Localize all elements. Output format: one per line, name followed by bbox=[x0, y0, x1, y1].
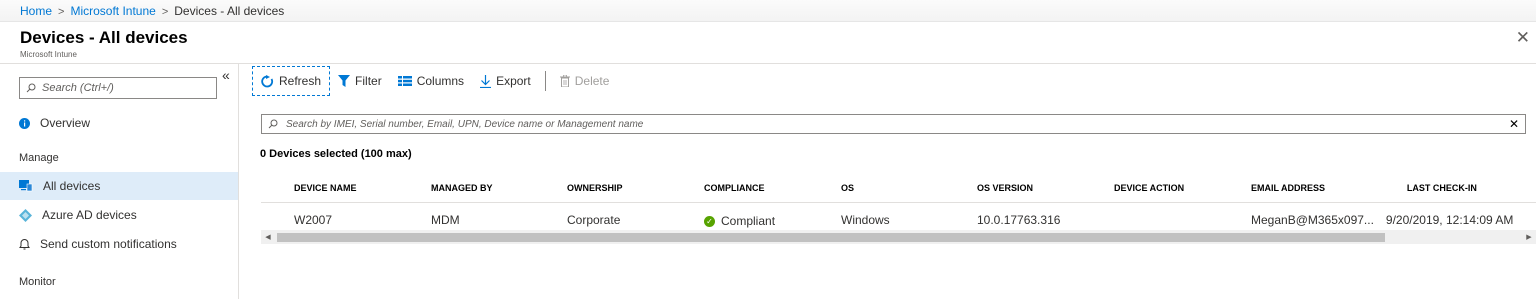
selection-count: 0 Devices selected (100 max) bbox=[260, 148, 412, 160]
device-search-input[interactable]: Search by IMEI, Serial number, Email, UP… bbox=[261, 114, 1526, 134]
checkmark-icon: ✓ bbox=[704, 215, 715, 227]
export-label: Export bbox=[496, 74, 531, 88]
filter-label: Filter bbox=[355, 74, 382, 88]
breadcrumb-separator: > bbox=[58, 6, 65, 18]
horizontal-scrollbar[interactable]: ◀ ▶ bbox=[261, 230, 1536, 244]
sidebar-item-label: Overview bbox=[40, 116, 91, 130]
export-button[interactable]: Export bbox=[472, 66, 539, 96]
sidebar-item-label: Azure AD devices bbox=[42, 208, 137, 222]
search-icon bbox=[26, 83, 36, 93]
bell-icon bbox=[19, 239, 30, 250]
blade-header: Devices - All devices Microsoft Intune ✕ bbox=[0, 22, 1536, 64]
table-header-row: DEVICE NAME MANAGED BY OWNERSHIP COMPLIA… bbox=[261, 174, 1536, 203]
breadcrumb-intune[interactable]: Microsoft Intune bbox=[70, 4, 155, 18]
sidebar-item-azure-ad-devices[interactable]: Azure AD devices bbox=[0, 201, 238, 229]
column-header-compliance[interactable]: COMPLIANCE bbox=[671, 174, 808, 203]
scroll-right-icon[interactable]: ▶ bbox=[1522, 233, 1536, 241]
sidebar-item-label: Send custom notifications bbox=[40, 237, 177, 251]
column-header-os-version[interactable]: OS VERSION bbox=[944, 174, 1081, 203]
close-icon[interactable]: ✕ bbox=[1516, 28, 1530, 48]
device-search-placeholder: Search by IMEI, Serial number, Email, UP… bbox=[286, 118, 644, 130]
main-content: Refresh Filter Columns Export Delete Sea… bbox=[239, 64, 1536, 299]
sidebar-heading-manage: Manage bbox=[19, 152, 59, 164]
breadcrumb-separator: > bbox=[161, 6, 169, 18]
trash-icon bbox=[559, 75, 570, 87]
column-header-email-address[interactable]: EMAIL ADDRESS bbox=[1218, 174, 1374, 203]
breadcrumb-current: Devices - All devices bbox=[174, 4, 285, 18]
delete-button[interactable]: Delete bbox=[552, 66, 618, 96]
page-title: Devices - All devices bbox=[20, 28, 188, 47]
delete-label: Delete bbox=[574, 74, 610, 88]
scroll-left-icon[interactable]: ◀ bbox=[261, 233, 275, 241]
compliance-label: Compliant bbox=[721, 214, 776, 228]
download-icon bbox=[480, 74, 492, 88]
command-bar: Refresh Filter Columns Export Delete bbox=[252, 66, 617, 96]
breadcrumb: Home > Microsoft Intune > Devices - All devi… bbox=[0, 0, 1536, 22]
sidebar-search-placeholder: Search (Ctrl+/) bbox=[42, 82, 114, 94]
refresh-button[interactable]: Refresh bbox=[252, 66, 331, 96]
sidebar-item-all-devices[interactable]: All devices bbox=[0, 172, 238, 200]
columns-label: Columns bbox=[416, 74, 465, 88]
devices-table: DEVICE NAME MANAGED BY OWNERSHIP COMPLIA… bbox=[261, 174, 1536, 238]
azure-ad-icon bbox=[19, 208, 32, 222]
devices-icon bbox=[19, 180, 33, 192]
sidebar-item-overview[interactable]: Overview bbox=[0, 109, 238, 137]
column-header-managed-by[interactable]: MANAGED BY bbox=[398, 174, 534, 203]
refresh-label: Refresh bbox=[279, 74, 322, 88]
columns-button[interactable]: Columns bbox=[390, 66, 472, 96]
column-header-last-check-in[interactable]: LAST CHECK-IN bbox=[1373, 174, 1536, 203]
filter-icon bbox=[338, 75, 351, 87]
sidebar-search-input[interactable]: Search (Ctrl+/) bbox=[19, 77, 217, 99]
sidebar-heading-monitor: Monitor bbox=[19, 276, 56, 288]
collapse-sidebar-icon[interactable]: « bbox=[222, 67, 230, 83]
info-icon bbox=[19, 117, 30, 129]
refresh-icon bbox=[261, 74, 273, 87]
toolbar-divider bbox=[544, 71, 546, 91]
breadcrumb-home[interactable]: Home bbox=[20, 4, 52, 18]
search-icon bbox=[268, 119, 278, 129]
column-header-ownership[interactable]: OWNERSHIP bbox=[534, 174, 671, 203]
filter-button[interactable]: Filter bbox=[330, 66, 390, 96]
column-header-device-name[interactable]: DEVICE NAME bbox=[261, 174, 398, 203]
sidebar-item-label: All devices bbox=[43, 179, 101, 193]
scrollbar-thumb[interactable] bbox=[277, 232, 1385, 242]
column-header-device-action[interactable]: DEVICE ACTION bbox=[1081, 174, 1218, 203]
column-header-os[interactable]: OS bbox=[808, 174, 944, 203]
sidebar-item-send-custom-notifications[interactable]: Send custom notifications bbox=[0, 230, 238, 258]
clear-search-icon[interactable]: ✕ bbox=[1509, 117, 1519, 131]
columns-icon bbox=[397, 76, 412, 86]
sidebar: Search (Ctrl+/) « Overview Manage All de… bbox=[0, 64, 239, 299]
page-subtitle: Microsoft Intune bbox=[20, 50, 77, 59]
